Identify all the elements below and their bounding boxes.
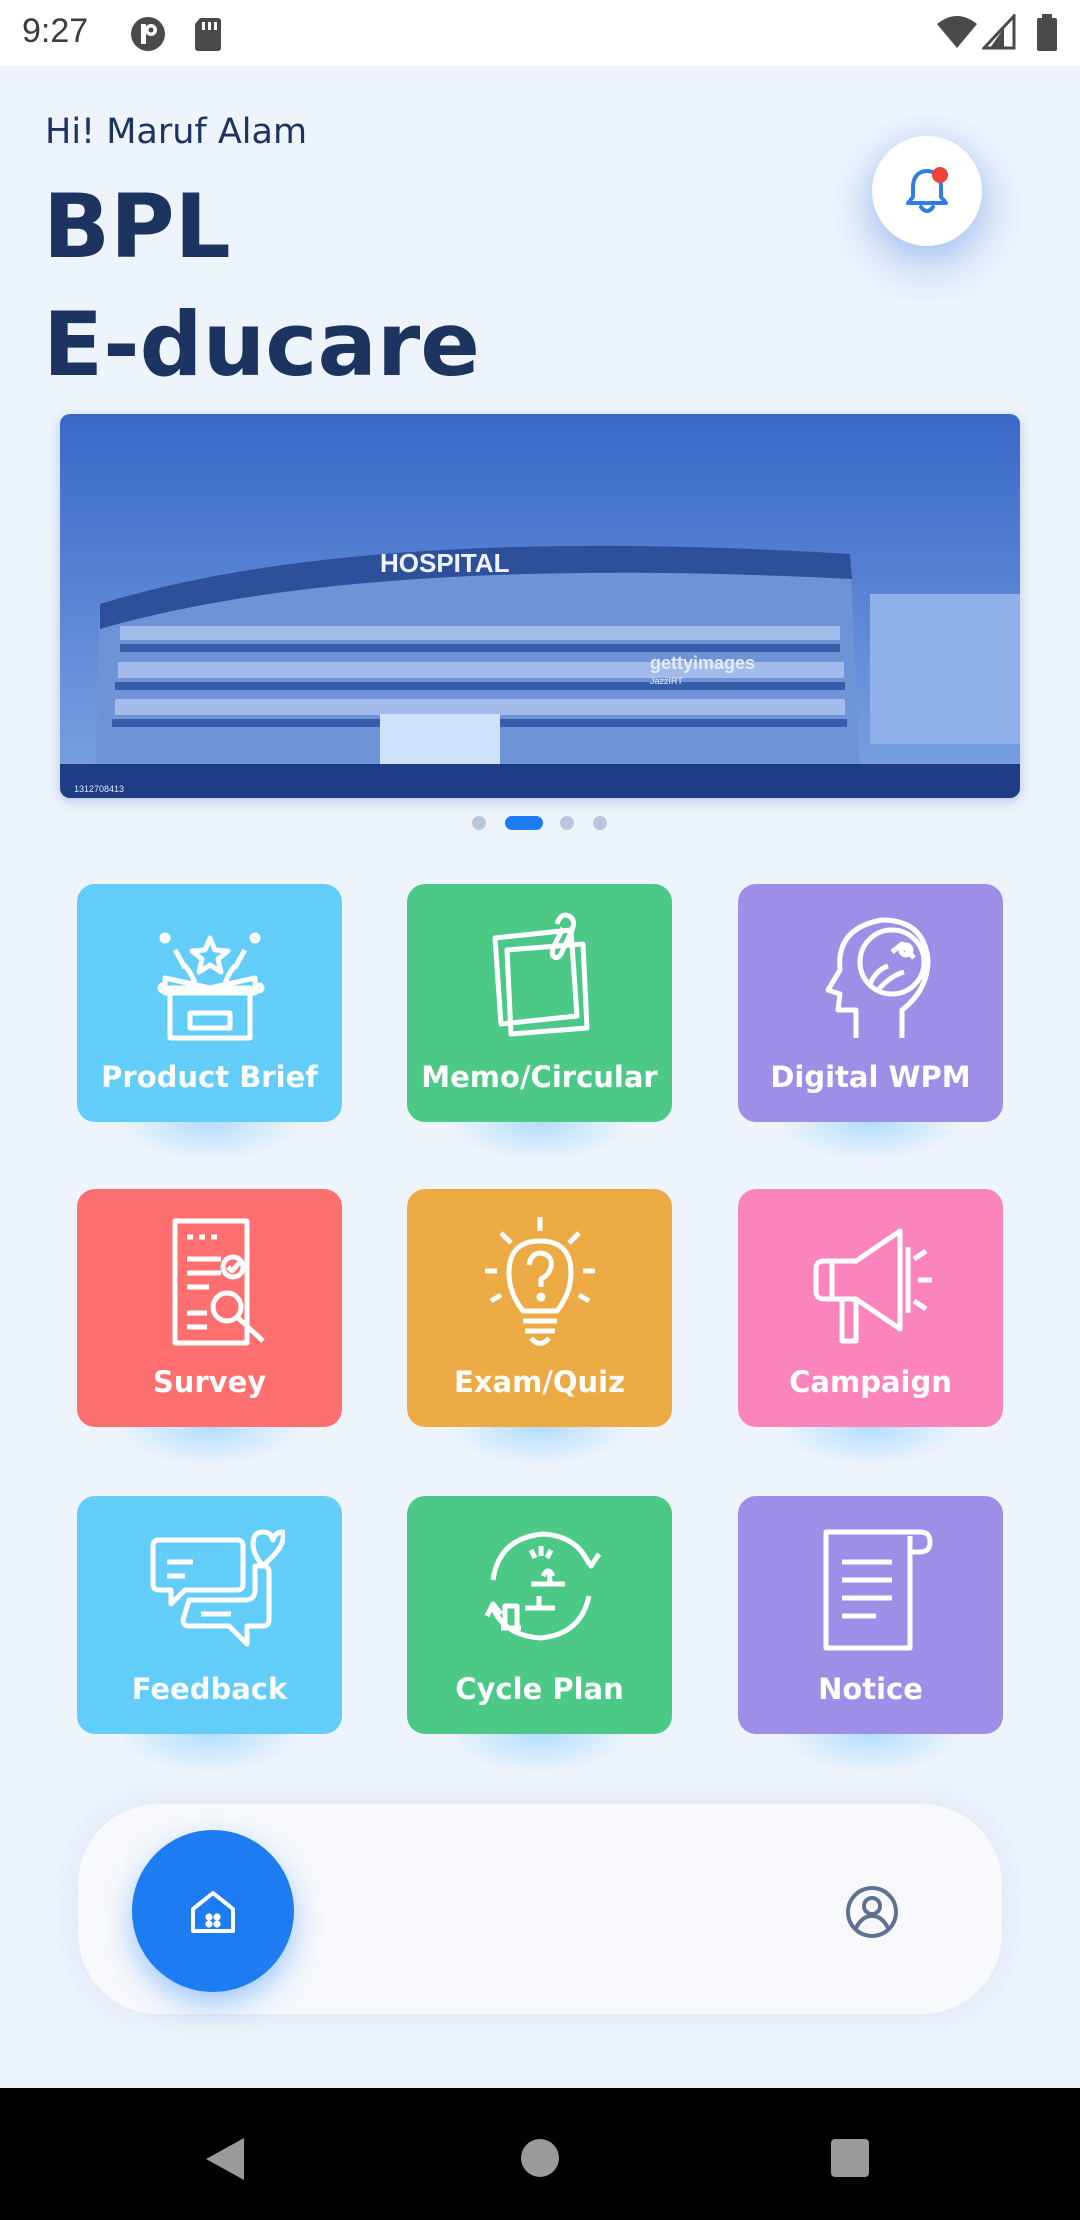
tile-label: Cycle Plan <box>455 1672 624 1706</box>
banner-hospital-image: HOSPITAL gettyimages JazzIRT 1312708413 <box>60 414 1020 798</box>
back-icon[interactable] <box>204 2136 246 2182</box>
building-sign: HOSPITAL <box>380 548 510 578</box>
memo-paper-icon <box>492 912 589 1037</box>
status-time: 9:27 <box>22 12 89 50</box>
wifi-icon <box>935 14 979 54</box>
carousel-dot[interactable] <box>472 816 486 830</box>
status-bar: 9:27 <box>0 0 1080 66</box>
tile-label: Product Brief <box>101 1060 318 1094</box>
banner-carousel[interactable]: HOSPITAL gettyimages JazzIRT 1312708413 <box>60 414 1020 798</box>
image-id: 1312708413 <box>74 784 124 794</box>
tile-label: Memo/Circular <box>421 1060 658 1094</box>
megaphone-icon <box>813 1228 932 1344</box>
profile-icon <box>846 1886 898 1938</box>
greeting-text: Hi! Maruf Alam <box>45 112 308 152</box>
app-title: BPL E-ducare <box>43 168 480 404</box>
home-button[interactable] <box>132 1830 294 1992</box>
carousel-indicator <box>0 816 1080 830</box>
carousel-dot[interactable] <box>593 816 607 830</box>
tile-memo-circular[interactable]: Memo/Circular <box>407 884 672 1162</box>
app-notification-icon <box>128 14 168 58</box>
tile-label: Notice <box>818 1672 923 1706</box>
tile-product-brief[interactable]: Product Brief <box>77 884 342 1162</box>
tile-campaign[interactable]: Campaign <box>738 1189 1003 1467</box>
tile-digital-wpm[interactable]: Digital WPM <box>738 884 1003 1162</box>
tile-label: Digital WPM <box>770 1060 971 1094</box>
sd-card-icon <box>192 14 224 58</box>
head-image-icon <box>825 917 930 1038</box>
watermark-credit: JazzIRT <box>650 676 683 686</box>
home-circle-icon[interactable] <box>520 2138 560 2178</box>
tile-survey[interactable]: Survey <box>77 1189 342 1467</box>
tile-feedback[interactable]: Feedback <box>77 1496 342 1774</box>
battery-icon <box>1036 14 1058 56</box>
carousel-dot-active[interactable] <box>505 816 543 830</box>
carousel-dot[interactable] <box>560 816 574 830</box>
bell-icon <box>906 167 948 213</box>
tile-notice[interactable]: Notice <box>738 1496 1003 1774</box>
lightbulb-question-icon <box>484 1217 595 1346</box>
home-icon <box>191 1891 235 1933</box>
notice-scroll-icon <box>823 1529 932 1651</box>
tile-label: Feedback <box>131 1672 288 1706</box>
notification-button[interactable] <box>872 136 982 246</box>
survey-document-icon <box>172 1218 265 1346</box>
tile-cycle-plan[interactable]: Cycle Plan <box>407 1496 672 1774</box>
cellular-signal-icon <box>980 12 1016 54</box>
tile-label: Survey <box>152 1365 267 1399</box>
notification-dot <box>932 167 948 183</box>
recents-icon[interactable] <box>830 2138 870 2178</box>
watermark-text: gettyimages <box>650 653 755 673</box>
chat-heart-icon <box>150 1529 285 1647</box>
tile-label: Campaign <box>789 1365 952 1399</box>
system-navigation-bar <box>0 2088 1080 2220</box>
tile-label: Exam/Quiz <box>453 1365 625 1399</box>
profile-button[interactable] <box>842 1882 902 1942</box>
app-title-line1: BPL <box>43 175 231 278</box>
gift-box-icon <box>157 932 264 1041</box>
app-title-line2: E-ducare <box>43 293 480 396</box>
cycle-plan-icon <box>484 1531 601 1641</box>
tile-exam-quiz[interactable]: Exam/Quiz <box>407 1189 672 1467</box>
